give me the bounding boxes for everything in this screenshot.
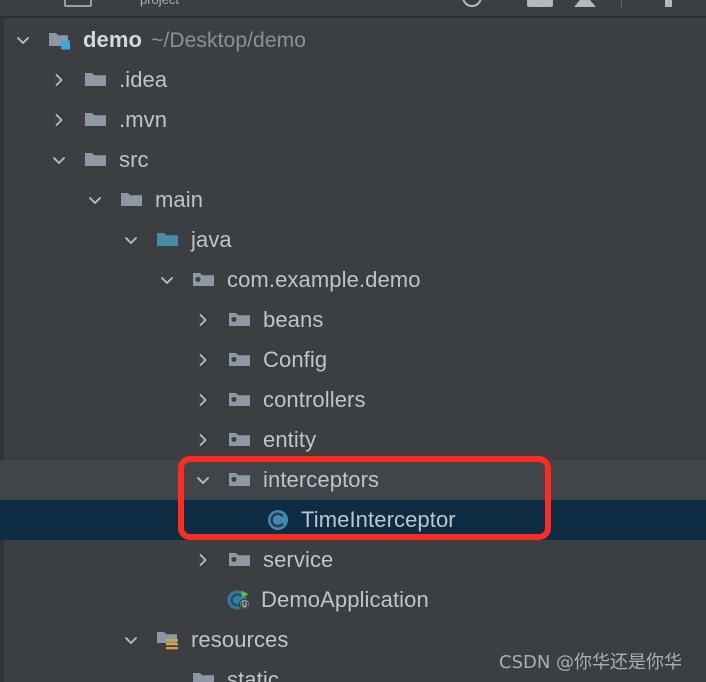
package-icon [228,309,254,331]
tree-label-com-example-demo: com.example.demo [227,267,421,292]
main-toolbar: project [0,0,706,16]
spring-boot-run-class-icon [226,589,252,611]
tree-row-main[interactable]: main [0,180,706,220]
project-structure-icon[interactable] [64,0,92,7]
chevron-right-icon[interactable] [194,311,212,329]
chevron-down-icon[interactable] [14,31,32,49]
chevron-right-icon[interactable] [50,71,68,89]
package-icon [192,269,218,291]
tree-label-entity: entity [263,427,317,452]
tree-row-src[interactable]: src [0,140,706,180]
terminal-icon[interactable] [527,0,553,7]
package-icon [228,549,254,571]
tree-row-service[interactable]: service [0,540,706,580]
package-icon [228,349,254,371]
java-class-icon [266,509,292,531]
chevron-down-icon[interactable] [86,191,104,209]
csdn-watermark: CSDN @你华还是你华 [499,652,683,673]
tree-label-beans: beans [263,307,324,332]
chevron-down-icon[interactable] [158,271,176,289]
more-actions-icon[interactable] [665,0,672,7]
chevron-right-icon[interactable] [194,431,212,449]
tree-label-static: static [227,667,279,682]
chevron-right-icon[interactable] [50,111,68,129]
package-icon [228,469,254,491]
ide-project-panel: project demo ~/Desk [0,0,706,682]
package-icon [228,389,254,411]
chevron-down-icon[interactable] [194,471,212,489]
git-update-icon[interactable] [574,0,596,7]
module-folder-icon [48,29,74,51]
package-icon [228,429,254,451]
tree-label-main: main [155,187,204,212]
tree-label-resources: resources [191,627,289,652]
source-root-folder-icon [156,229,182,251]
tree-row-controllers[interactable]: controllers [0,380,706,420]
folder-icon [84,109,110,131]
tree-label-time-interceptor: TimeInterceptor [301,507,456,532]
search-everywhere-icon[interactable] [462,0,482,7]
tree-row-time-interceptor[interactable]: TimeInterceptor [0,500,706,540]
project-tree: demo ~/Desktop/demo .idea .mvn src main … [0,18,706,682]
tree-row-interceptors[interactable]: interceptors [0,460,706,500]
chevron-down-icon[interactable] [122,231,140,249]
tree-row-entity[interactable]: entity [0,420,706,460]
folder-icon [192,669,218,682]
chevron-right-icon[interactable] [194,551,212,569]
tree-row-java[interactable]: java [0,220,706,260]
tree-label-demo-application: DemoApplication [261,587,429,612]
tree-row-beans[interactable]: beans [0,300,706,340]
tree-row-demo-application[interactable]: DemoApplication [0,580,706,620]
tree-label-demo: demo [83,27,143,52]
toolbar-separator [621,0,622,7]
folder-icon [120,189,146,211]
chevron-down-icon[interactable] [50,151,68,169]
tree-label-java: java [191,227,232,252]
tree-label-controllers: controllers [263,387,366,412]
tree-label-service: service [263,547,334,572]
toolbar-project-label: project [140,0,179,7]
tree-row-config[interactable]: Config [0,340,706,380]
tree-label-mvn: .mvn [119,107,168,132]
folder-icon [84,149,110,171]
chevron-right-icon[interactable] [194,391,212,409]
tree-label-src: src [119,147,149,172]
tree-label-interceptors: interceptors [263,467,380,492]
chevron-right-icon[interactable] [194,351,212,369]
tree-label-config: Config [263,347,328,372]
tree-row-mvn[interactable]: .mvn [0,100,706,140]
tree-row-idea[interactable]: .idea [0,60,706,100]
folder-icon [84,69,110,91]
tree-row-demo[interactable]: demo ~/Desktop/demo [0,20,706,60]
tree-row-com-example-demo[interactable]: com.example.demo [0,260,706,300]
tree-path-demo: ~/Desktop/demo [151,28,306,52]
tree-label-idea: .idea [119,67,168,92]
chevron-down-icon[interactable] [122,631,140,649]
resources-root-folder-icon [156,629,182,651]
